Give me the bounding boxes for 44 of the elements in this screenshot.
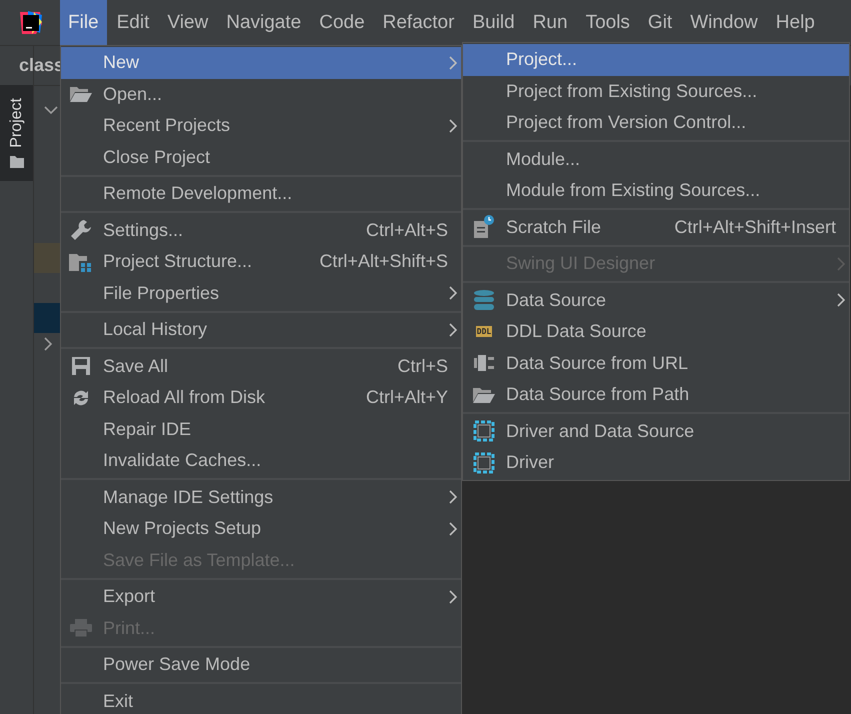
menu-item[interactable]: Recent Projects xyxy=(61,110,461,142)
menu-item[interactable]: Scratch File Ctrl+Alt+Shift+Insert xyxy=(463,212,849,243)
tool-window-tab[interactable]: Project xyxy=(0,85,33,181)
menu-bar-item[interactable]: Navigate xyxy=(218,0,310,46)
menu-item[interactable]: Exit xyxy=(61,686,461,714)
menu-bar-item[interactable]: Build xyxy=(464,0,523,46)
menu-item[interactable]: Local History xyxy=(61,314,461,346)
menu-item[interactable]: Reload All from Disk Ctrl+Alt+Y xyxy=(61,382,461,414)
menu-item[interactable]: File Properties xyxy=(61,278,461,309)
menu-bar-item[interactable]: Help xyxy=(768,0,823,46)
menu-item[interactable]: Data Source xyxy=(463,284,849,316)
menu-item[interactable]: Module from Existing Sources... xyxy=(463,175,849,206)
menu-item[interactable]: Remote Development... xyxy=(61,178,461,210)
menu-bar-item[interactable]: Git xyxy=(640,0,680,46)
menu-bar-item[interactable]: Code xyxy=(311,0,373,46)
menu-item[interactable]: Settings... Ctrl+Alt+S xyxy=(61,214,461,246)
menu-item[interactable]: Close Project xyxy=(61,142,461,173)
menu-item[interactable]: Export xyxy=(61,581,461,612)
menu-item[interactable]: Power Save Mode xyxy=(61,649,461,680)
menu-item[interactable]: Project Structure... Ctrl+Alt+Shift+S xyxy=(61,246,461,278)
menu-item[interactable]: Open... xyxy=(61,78,461,110)
menu-item[interactable]: Manage IDE Settings xyxy=(61,482,461,513)
menu-item[interactable]: Driver and Data Source xyxy=(463,416,849,447)
menu-bar-item[interactable]: Refactor xyxy=(374,0,462,46)
menu-item[interactable]: Data Source from Path xyxy=(463,379,849,410)
menu-item[interactable]: Project from Version Control... xyxy=(463,107,849,138)
menu-item[interactable]: Project... xyxy=(463,44,849,76)
menu-item[interactable]: New Projects Setup xyxy=(61,513,461,544)
menu-item[interactable]: Save All Ctrl+S xyxy=(61,350,461,382)
menu-item[interactable]: Project from Existing Sources... xyxy=(463,76,849,107)
menu-bar-item[interactable]: File xyxy=(60,0,107,46)
menu-item[interactable]: Module... xyxy=(463,144,849,175)
menu-bar-item[interactable]: View xyxy=(159,0,216,46)
menu-item[interactable]: Invalidate Caches... xyxy=(61,445,461,476)
menu-item[interactable]: Repair IDE xyxy=(61,414,461,445)
menu-bar-item[interactable]: Run xyxy=(524,0,576,46)
menu-item[interactable]: New xyxy=(61,47,461,78)
menu-item[interactable]: Driver xyxy=(463,447,849,478)
menu-bar-item[interactable]: Window xyxy=(682,0,766,46)
menu-bar-item[interactable]: Tools xyxy=(578,0,638,46)
menu-item[interactable]: Data Source from URL xyxy=(463,348,849,379)
ddl-icon: DDL xyxy=(476,326,492,338)
menu-bar-item[interactable]: Edit xyxy=(108,0,158,46)
menu-item[interactable]: DDL DDL Data Source xyxy=(463,316,849,348)
